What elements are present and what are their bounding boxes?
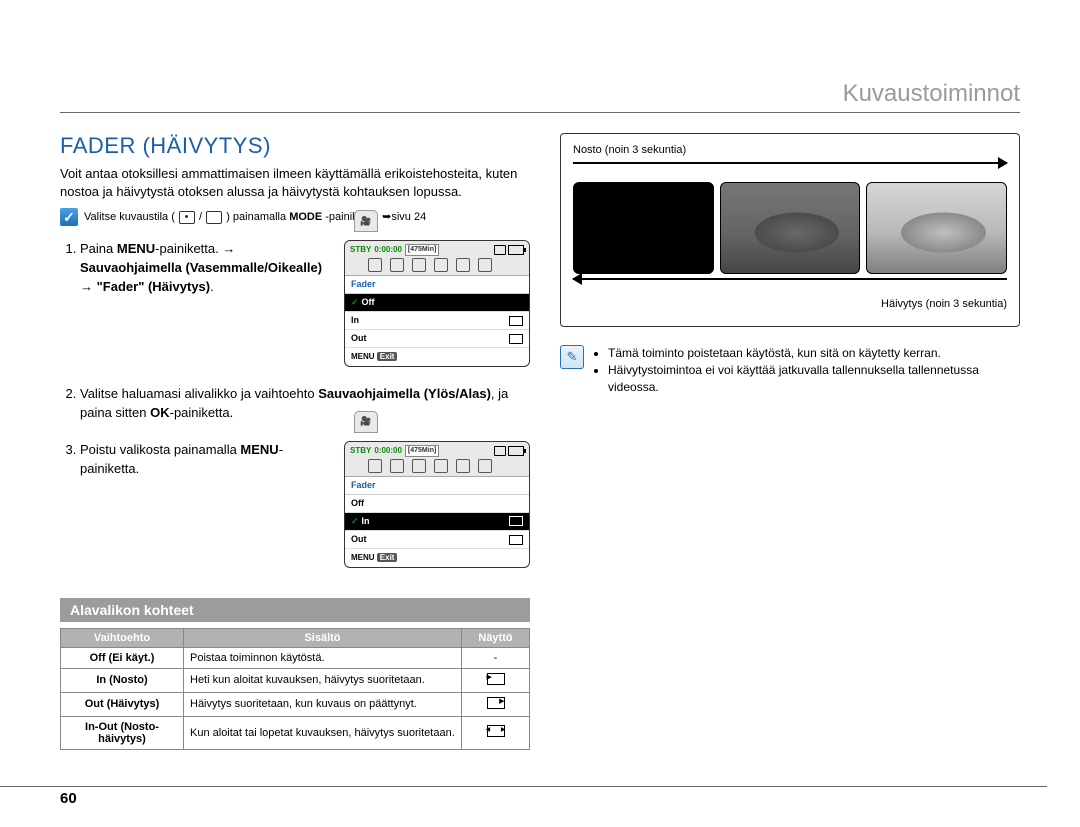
battery-icon [508,446,524,456]
step-3: Poistu valikosta painamalla MENU-painike… [80,441,334,479]
table-row: In (Nosto) Heti kun aloitat kuvauksen, h… [61,668,530,692]
notes-block: ✎ Tämä toiminto poistetaan käytöstä, kun… [560,345,1020,395]
menu-item-out: Out [345,330,529,348]
fade-frame-3 [866,182,1007,274]
table-row: Out (Häivytys) Häivytys suoritetaan, kun… [61,692,530,716]
video-mode-icon [179,211,195,224]
arrow-right-icon [573,162,1007,164]
submenu-heading: Alavalikon kohteet [60,598,530,622]
intro-text: Voit antaa otoksillesi ammattimaisen ilm… [60,165,530,200]
col-option: Vaihtoehto [61,628,184,647]
table-row: In-Out (Nosto-häivytys) Kun aloitat tai … [61,716,530,749]
menu-item-in: ✓In [345,513,529,531]
page-number: 60 [60,790,77,807]
steps-list: Paina MENU-painiketta. → Sauvaohjaimella… [60,240,530,568]
menu-item-out: Out [345,531,529,549]
fade-in-icon [487,673,505,685]
col-content: Sisältö [184,628,462,647]
menu-item-off: Off [345,495,529,513]
precondition-line: ✓ Valitse kuvaustila ( / ) painamalla MO… [60,208,530,226]
col-display: Näyttö [462,628,530,647]
check-icon: ✓ [60,208,78,226]
step-1: Paina MENU-painiketta. → Sauvaohjaimella… [80,240,334,297]
battery-icon [508,245,524,255]
photo-mode-icon [206,211,222,224]
table-row: Off (Ei käyt.) Poistaa toiminnon käytöst… [61,647,530,668]
menu-item-in: In [345,312,529,330]
menu-exit: MENU Exit [345,549,529,567]
lcd-screenshot-1: 🎥 STBY 0:00:00 [475Min] [344,240,530,367]
fade-inout-icon [487,725,505,737]
note-item: Häivytystoimintoa ei voi käyttää jatkuva… [608,362,1020,396]
section-header: Kuvaustoiminnot [60,80,1020,113]
menu-item-off: ✓Off [345,294,529,312]
fadeout-label: Häivytys (noin 3 sekuntia) [573,298,1007,310]
fade-illustration: Nosto (noin 3 sekuntia) Häivytys (noin 3… [560,133,1020,327]
fadein-label: Nosto (noin 3 sekuntia) [573,144,1007,156]
menu-title: Fader [345,276,529,294]
note-icon: ✎ [560,345,584,369]
lcd-screenshot-2: 🎥 STBY 0:00:00 [475Min] [344,441,530,568]
options-table: Vaihtoehto Sisältö Näyttö Off (Ei käyt.)… [60,628,530,750]
note-item: Tämä toiminto poistetaan käytöstä, kun s… [608,345,1020,362]
page-title: FADER (HÄIVYTYS) [60,133,530,159]
fade-out-icon [487,697,505,709]
sd-card-icon [494,446,506,456]
menu-title: Fader [345,477,529,495]
fade-frame-1 [573,182,714,274]
sd-card-icon [494,245,506,255]
arrow-left-icon [573,278,1007,280]
fade-frame-2 [720,182,861,274]
step-2: Valitse haluamasi alivalikko ja vaihtoeh… [80,385,530,423]
menu-exit: MENU Exit [345,348,529,366]
